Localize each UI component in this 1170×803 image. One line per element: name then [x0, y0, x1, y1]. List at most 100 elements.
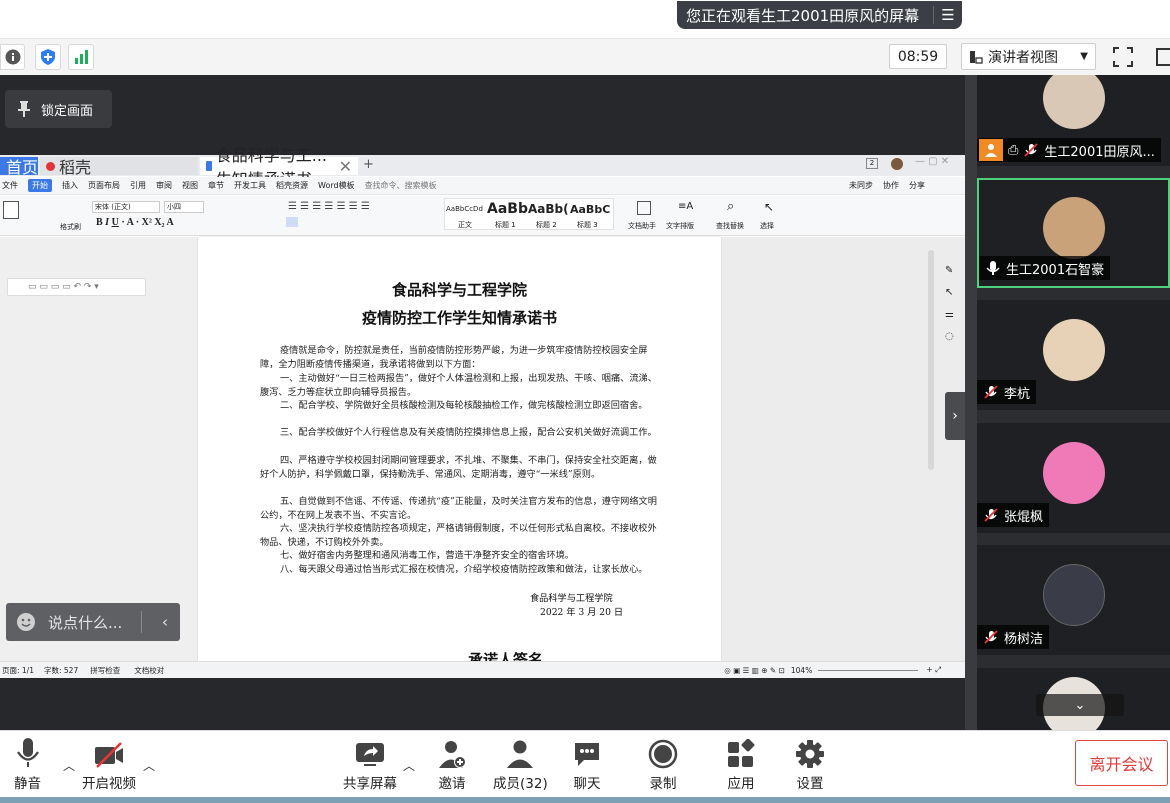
doc-assistant-label[interactable]: 文档助手	[628, 221, 656, 231]
menu-search[interactable]: 查找命令、搜索模板	[365, 180, 437, 191]
participant-tile[interactable]: 张焜枫	[977, 423, 1170, 533]
view-mode-dropdown[interactable]: 演讲者视图 ▼	[961, 43, 1096, 70]
tab-home[interactable]: 首页	[0, 157, 38, 177]
window-count-icon[interactable]: 2	[866, 158, 878, 169]
chat-input-box[interactable]: 说点什么... ‹	[6, 603, 180, 641]
style-h2-preview[interactable]: AaBb(	[528, 202, 569, 216]
menu-section[interactable]: 章节	[208, 180, 224, 191]
menu-home[interactable]: 开始	[28, 179, 52, 192]
doc-assistant-icon[interactable]	[637, 201, 651, 215]
menu-review[interactable]: 审阅	[156, 180, 172, 191]
word-count[interactable]: 字数: 527	[44, 665, 78, 676]
security-shield-icon[interactable]	[35, 44, 61, 70]
search-icon[interactable]: ⌕	[727, 199, 734, 214]
members-button[interactable]: 成员(32)	[493, 737, 548, 792]
zoom-slider[interactable]	[818, 669, 919, 671]
scroll-down-button[interactable]: ⌄	[1036, 694, 1124, 716]
menu-share[interactable]: 分享	[909, 180, 925, 191]
document-scrollbar[interactable]	[928, 250, 934, 470]
format-painter-label[interactable]: 格式刷	[60, 222, 81, 232]
menu-docer-resources[interactable]: 稻壳资源	[276, 180, 308, 191]
menu-unsynced[interactable]: 未同步	[849, 180, 873, 191]
menu-references[interactable]: 引用	[130, 180, 146, 191]
style-normal-preview[interactable]: AaBbCcDd	[446, 205, 483, 213]
floating-toolbar[interactable]: ▭ ▭ ▭ ▭ ↶ ↷ ▾	[7, 278, 146, 296]
menu-layout[interactable]: 页面布局	[88, 180, 120, 191]
share-screen-button[interactable]: 共享屏幕	[343, 737, 397, 792]
style-h1-preview[interactable]: AaBb	[487, 201, 528, 217]
tab-docer[interactable]: 稻壳	[40, 157, 198, 177]
chevron-left-icon[interactable]: ‹	[154, 613, 176, 631]
participant-tile[interactable]: 杨树洁	[977, 545, 1170, 655]
emoji-icon[interactable]	[16, 612, 36, 632]
doc-proofread[interactable]: 文档校对	[134, 665, 164, 676]
mute-button[interactable]: 静音	[14, 737, 41, 792]
window-layout-icon[interactable]	[1153, 44, 1170, 70]
document-page[interactable]: 食品科学与工程学院 疫情防控工作学生知情承诺书 疫情就是命令，防控就是责任，当前…	[198, 237, 721, 661]
audio-options-caret[interactable]: ︿	[63, 757, 75, 774]
participant-tile-active[interactable]: 生工2001石智豪	[977, 178, 1170, 288]
font-size-select[interactable]: 小四	[164, 201, 204, 213]
user-avatar[interactable]	[891, 158, 903, 170]
invite-button[interactable]: 邀请	[437, 737, 467, 792]
select-arrow-icon[interactable]: ↖	[945, 287, 953, 298]
menu-collab[interactable]: 协作	[883, 180, 899, 191]
record-button[interactable]: 录制	[648, 737, 678, 792]
collapse-panel-button[interactable]: ›	[945, 392, 965, 440]
panel-scrollbar[interactable]	[965, 75, 977, 730]
window-controls[interactable]: — ▢ ✕	[915, 156, 949, 167]
participant-tile[interactable]: ⎙ 生工2001田原风...	[977, 75, 1170, 166]
menu-icon[interactable]: ☰	[934, 1, 962, 29]
lock-view-button[interactable]: 锁定画面	[5, 90, 112, 128]
menu-word-templates[interactable]: Word模板	[318, 180, 355, 191]
spell-check[interactable]: 拼写检查	[90, 665, 120, 676]
apps-button[interactable]: 应用	[726, 737, 756, 792]
video-options-caret[interactable]: ︿	[143, 757, 155, 774]
wps-status-bar: 页面: 1/1 字数: 527 拼写检查 文档校对 ◎ ▣ ☰ ▥ ⊕ ✎ ⊡ …	[0, 661, 965, 678]
menu-file[interactable]: 文件	[2, 180, 18, 191]
participant-tile[interactable]: 李杭	[977, 300, 1170, 410]
zoom-level[interactable]: 104%	[791, 666, 812, 675]
paragraph-7: 七、做好宿舍内务整理和通风消毒工作，营造干净整齐安全的宿舍环境。	[280, 550, 574, 561]
text-format-buttons[interactable]: B I U · A · X² X₂ A	[96, 217, 174, 228]
menu-devtools[interactable]: 开发工具	[234, 180, 266, 191]
style-h3-preview[interactable]: AaBbC	[570, 203, 610, 216]
signature-date: 2022 年 3 月 20 日	[540, 607, 624, 618]
settings-slider-icon[interactable]: ⚌	[945, 309, 954, 320]
pen-icon[interactable]: ✎	[945, 265, 953, 276]
paragraph-4: 四、严格遵守学校校园封闭期间管理要求，不扎堆、不聚集、不串门，保持安全社交距离，…	[260, 455, 657, 480]
zoom-controls[interactable]: + ⤢	[926, 665, 941, 675]
share-options-caret[interactable]: ︿	[403, 757, 415, 774]
chat-button[interactable]: 聊天	[572, 737, 602, 792]
invite-label: 邀请	[438, 776, 466, 792]
navigation-pane	[0, 237, 197, 661]
align-left-button[interactable]	[286, 217, 298, 227]
signal-strength-icon[interactable]	[68, 44, 94, 70]
text-layout-icon[interactable]: ≡A	[678, 201, 693, 212]
help-icon[interactable]: ◌	[945, 331, 954, 342]
find-replace-label[interactable]: 查找替换	[716, 221, 744, 231]
paragraph-3: 三、配合学校做好个人行程信息及有关疫情防控摸排信息上报，配合公安机关做好流调工作…	[280, 427, 657, 438]
style-h2-label: 标题 2	[536, 221, 557, 229]
menu-insert[interactable]: 插入	[62, 180, 78, 191]
tab-document[interactable]: 食品科学与工...生知情承诺书 ✕	[200, 146, 358, 189]
menu-view[interactable]: 视图	[182, 180, 198, 191]
font-name-select[interactable]: 宋体 (正文)	[92, 201, 160, 213]
view-mode-icons[interactable]: ◎ ▣ ☰ ▥ ⊕ ✎ ⊡	[724, 666, 785, 675]
participant-name: 生工2001田原风...	[1044, 144, 1155, 160]
close-tab-icon[interactable]: ✕	[339, 157, 352, 176]
settings-button[interactable]: 设置	[795, 737, 825, 792]
settings-label: 设置	[796, 776, 824, 792]
video-button[interactable]: 开启视频	[82, 737, 136, 792]
text-layout-label[interactable]: 文字排版	[666, 221, 694, 231]
paste-icon[interactable]	[3, 201, 19, 219]
participant-name-bar: 杨树洁	[977, 625, 1050, 649]
paragraph-buttons[interactable]: ☰ ☰ ☰ ☰ ☰ ☰ ☰	[288, 201, 370, 212]
info-icon[interactable]	[0, 44, 25, 70]
video-label: 开启视频	[82, 776, 136, 792]
leave-meeting-button[interactable]: 离开会议	[1075, 740, 1168, 786]
select-label[interactable]: 选择	[760, 221, 774, 231]
new-tab-icon[interactable]: +	[363, 157, 374, 172]
fullscreen-icon[interactable]	[1110, 44, 1136, 70]
cursor-icon[interactable]: ↖	[764, 200, 774, 214]
